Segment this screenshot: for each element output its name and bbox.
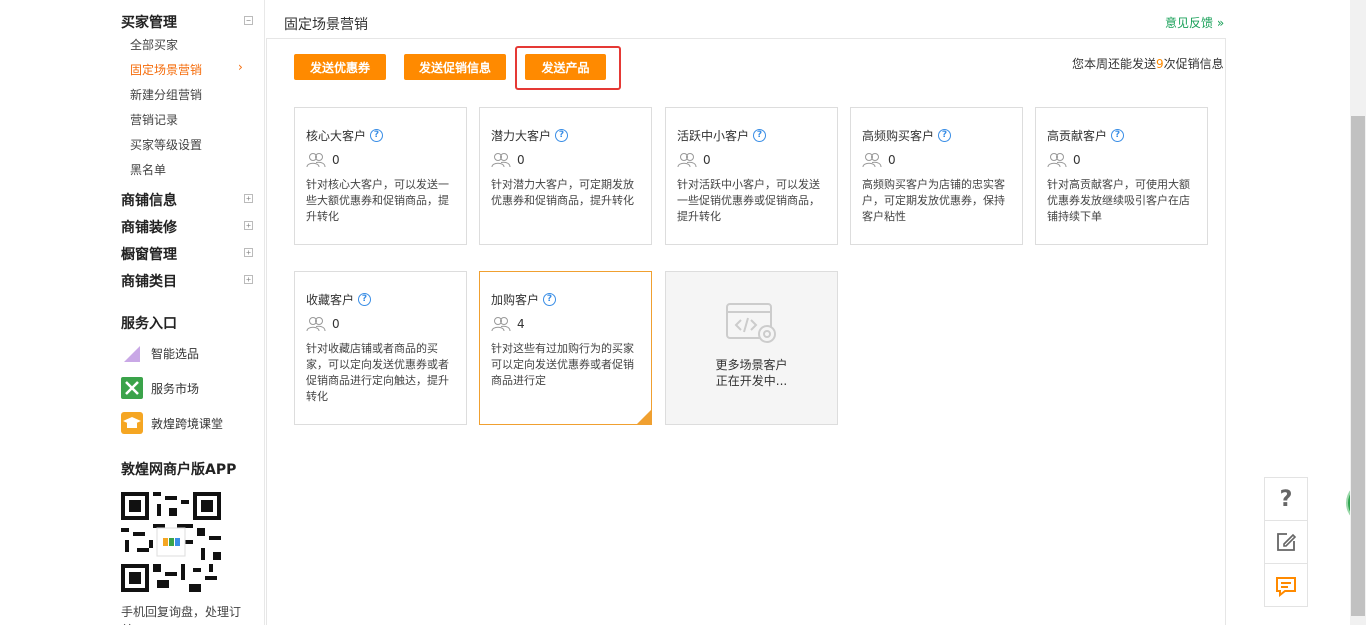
edit-button[interactable] xyxy=(1265,521,1307,564)
expand-icon[interactable]: + xyxy=(244,248,253,257)
scrollbar-thumb[interactable] xyxy=(1351,116,1365,616)
card-title: 高贡献客户 xyxy=(1047,129,1108,143)
more-line2: 正在开发中... xyxy=(715,374,788,388)
service-item-label: 智能选品 xyxy=(151,346,200,361)
quota-prefix: 您本周还能发送 xyxy=(1072,57,1157,71)
help-icon[interactable]: ? xyxy=(1111,129,1125,142)
sidebar-section-category[interactable]: 商铺类目 xyxy=(121,271,177,291)
users-icon xyxy=(306,317,326,332)
chevron-right-icon: › xyxy=(238,60,243,74)
card-desc: 针对活跃中小客户，可以发送一些促销优惠券或促销商品，提升转化 xyxy=(677,178,820,223)
question-icon: ? xyxy=(1279,486,1293,512)
users-icon xyxy=(306,153,326,168)
floating-toolbar: ? xyxy=(1264,477,1308,607)
sidebar-item-all-buyers[interactable]: 全部买家 xyxy=(130,36,178,53)
card-title: 收藏客户 xyxy=(306,293,355,307)
scene-card-core[interactable]: 核心大客户? 0 针对核心大客户，可以发送一些大额优惠券和促销商品，提升转化 xyxy=(294,107,467,245)
scene-card-cart[interactable]: 加购客户? 4 针对这些有过加购行为的买家可以定向发送优惠券或者促销商品进行定 xyxy=(479,271,652,425)
more-line1: 更多场景客户 xyxy=(715,358,788,372)
scene-card-more: 更多场景客户 正在开发中... xyxy=(665,271,838,425)
graduation-cap-icon xyxy=(121,412,143,434)
app-desc: 手机回复询盘，处理订单 xyxy=(121,605,242,625)
service-item-market[interactable]: 服务市场 xyxy=(121,377,199,399)
card-desc: 针对这些有过加购行为的买家可以定向发送优惠券或者促销商品进行定 xyxy=(491,342,634,387)
quota-text: 您本周还能发送9次促销信息 xyxy=(1072,55,1224,72)
selected-corner-icon xyxy=(637,410,651,424)
scene-card-favorite[interactable]: 收藏客户? 0 针对收藏店铺或者商品的买家，可以定向发送优惠券或者促销商品进行定… xyxy=(294,271,467,425)
card-count: 4 xyxy=(517,317,525,331)
card-title: 潜力大客户 xyxy=(491,129,552,143)
app-title: 敦煌网商户版APP xyxy=(121,462,237,478)
sidebar-item-fixed-scene[interactable]: 固定场景营销 xyxy=(130,61,202,78)
card-title: 加购客户 xyxy=(491,293,540,307)
qr-code xyxy=(121,492,221,592)
service-item-label: 敦煌跨境课堂 xyxy=(151,416,224,431)
edit-icon xyxy=(1277,533,1297,551)
scene-card-active-small[interactable]: 活跃中小客户? 0 针对活跃中小客户，可以发送一些促销优惠券或促销商品，提升转化 xyxy=(665,107,838,245)
sidebar-item-records[interactable]: 营销记录 xyxy=(130,111,178,128)
help-icon[interactable]: ? xyxy=(555,129,569,142)
card-desc: 高频购买客户为店铺的忠实客户，可定期发放优惠券，保持客户粘性 xyxy=(862,178,1005,223)
card-count: 0 xyxy=(332,317,340,331)
scene-card-high-contribution[interactable]: 高贡献客户? 0 针对高贡献客户，可使用大额优惠券发放继续吸引客户在店铺持续下单 xyxy=(1035,107,1208,245)
help-icon[interactable]: ? xyxy=(358,293,372,306)
card-desc: 针对核心大客户，可以发送一些大额优惠券和促销商品，提升转化 xyxy=(306,178,449,223)
chat-button[interactable] xyxy=(1265,564,1307,607)
quota-num: 9 xyxy=(1156,57,1164,71)
expand-icon[interactable]: + xyxy=(244,275,253,284)
users-icon xyxy=(491,153,511,168)
smart-selection-icon xyxy=(121,342,143,364)
expand-icon[interactable]: + xyxy=(244,194,253,203)
users-icon xyxy=(862,153,882,168)
code-gear-icon xyxy=(726,303,776,343)
sidebar-item-blacklist[interactable]: 黑名单 xyxy=(130,161,166,178)
page-title: 固定场景营销 xyxy=(284,17,368,33)
scene-card-frequent[interactable]: 高频购买客户? 0 高频购买客户为店铺的忠实客户，可定期发放优惠券，保持客户粘性 xyxy=(850,107,1023,245)
users-icon xyxy=(1047,153,1067,168)
users-icon xyxy=(677,153,697,168)
sidebar-item-levels[interactable]: 买家等级设置 xyxy=(130,136,202,153)
card-title: 活跃中小客户 xyxy=(677,129,750,143)
help-icon[interactable]: ? xyxy=(938,129,952,142)
help-icon[interactable]: ? xyxy=(543,293,557,306)
card-count: 0 xyxy=(888,153,896,167)
card-desc: 针对收藏店铺或者商品的买家，可以定向发送优惠券或者促销商品进行定向触达，提升转化 xyxy=(306,342,449,403)
card-desc: 针对高贡献客户，可使用大额优惠券发放继续吸引客户在店铺持续下单 xyxy=(1047,178,1190,223)
page: 买家管理 − 全部买家 固定场景营销 › 新建分组营销 营销记录 买家等级设置 … xyxy=(0,0,1366,625)
sidebar-section-shop-info[interactable]: 商铺信息 xyxy=(121,190,177,210)
card-title: 高频购买客户 xyxy=(862,129,935,143)
card-count: 0 xyxy=(703,153,711,167)
send-promo-button[interactable]: 发送促销信息 xyxy=(404,54,506,80)
card-desc: 针对潜力大客户，可定期发放优惠券和促销商品，提升转化 xyxy=(491,178,634,207)
expand-icon[interactable]: + xyxy=(244,221,253,230)
service-item-smart-selection[interactable]: 智能选品 xyxy=(121,342,199,364)
collapse-icon[interactable]: − xyxy=(244,16,253,25)
help-icon[interactable]: ? xyxy=(370,129,384,142)
sidebar-section-shop-decor[interactable]: 商铺装修 xyxy=(121,217,177,237)
feedback-link[interactable]: 意见反馈 » xyxy=(1165,14,1224,31)
sidebar-section-buyer-mgmt[interactable]: 买家管理 xyxy=(121,12,177,32)
card-title: 核心大客户 xyxy=(306,129,367,143)
users-icon xyxy=(491,317,511,332)
sidebar-item-new-group[interactable]: 新建分组营销 xyxy=(130,86,202,103)
card-count: 0 xyxy=(517,153,525,167)
card-count: 0 xyxy=(1073,153,1081,167)
quota-suffix: 次促销信息 xyxy=(1163,57,1224,71)
sidebar-section-window[interactable]: 橱窗管理 xyxy=(121,244,177,264)
chat-icon xyxy=(1276,576,1296,597)
scene-card-potential[interactable]: 潜力大客户? 0 针对潜力大客户，可定期发放优惠券和促销商品，提升转化 xyxy=(479,107,652,245)
help-icon[interactable]: ? xyxy=(753,129,767,142)
help-button[interactable]: ? xyxy=(1265,478,1307,521)
service-item-classroom[interactable]: 敦煌跨境课堂 xyxy=(121,412,223,434)
service-entry-title: 服务入口 xyxy=(121,316,177,332)
service-market-icon xyxy=(121,377,143,399)
sidebar: 买家管理 − 全部买家 固定场景营销 › 新建分组营销 营销记录 买家等级设置 … xyxy=(0,0,265,625)
highlight-box xyxy=(515,46,621,90)
service-item-label: 服务市场 xyxy=(151,381,200,396)
card-count: 0 xyxy=(332,153,340,167)
send-coupon-button[interactable]: 发送优惠券 xyxy=(294,54,386,80)
